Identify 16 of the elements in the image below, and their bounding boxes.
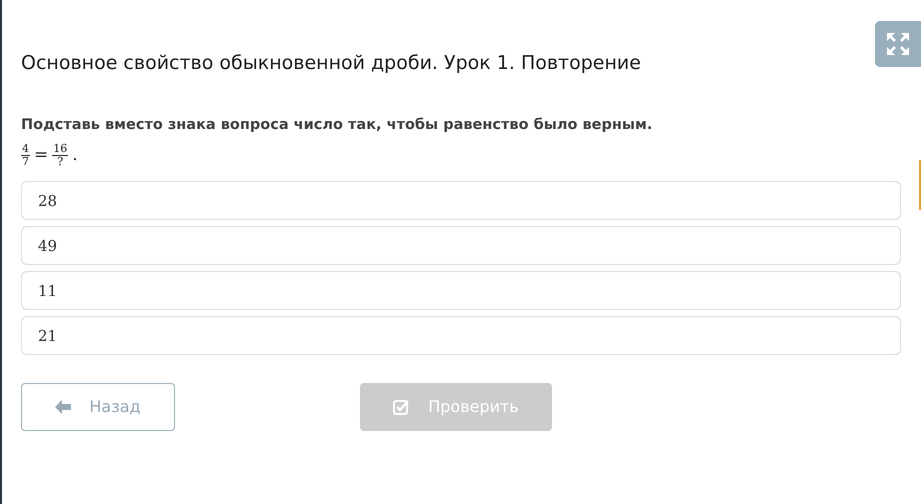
arrow-left-icon (55, 400, 72, 414)
period: . (72, 144, 78, 168)
equals-sign: = (34, 144, 48, 167)
answer-option[interactable]: 11 (21, 270, 901, 310)
denominator: ? (57, 156, 64, 169)
fullscreen-button[interactable] (875, 21, 921, 67)
question-text: Подставь вместо знака вопроса число так, чтобы равенство было верным. (21, 116, 654, 135)
answer-option[interactable]: 21 (21, 316, 901, 355)
expand-icon (886, 32, 910, 56)
numerator: 4 (21, 142, 30, 156)
answer-option[interactable]: 49 (21, 226, 901, 265)
denominator: 7 (22, 156, 29, 169)
lesson-title: Основное свойство обыкновенной дроби. Урок 1. Повторение (21, 52, 642, 75)
checkbox-icon (393, 398, 410, 415)
answer-option[interactable]: 28 (21, 180, 901, 220)
numerator: 16 (52, 142, 68, 156)
